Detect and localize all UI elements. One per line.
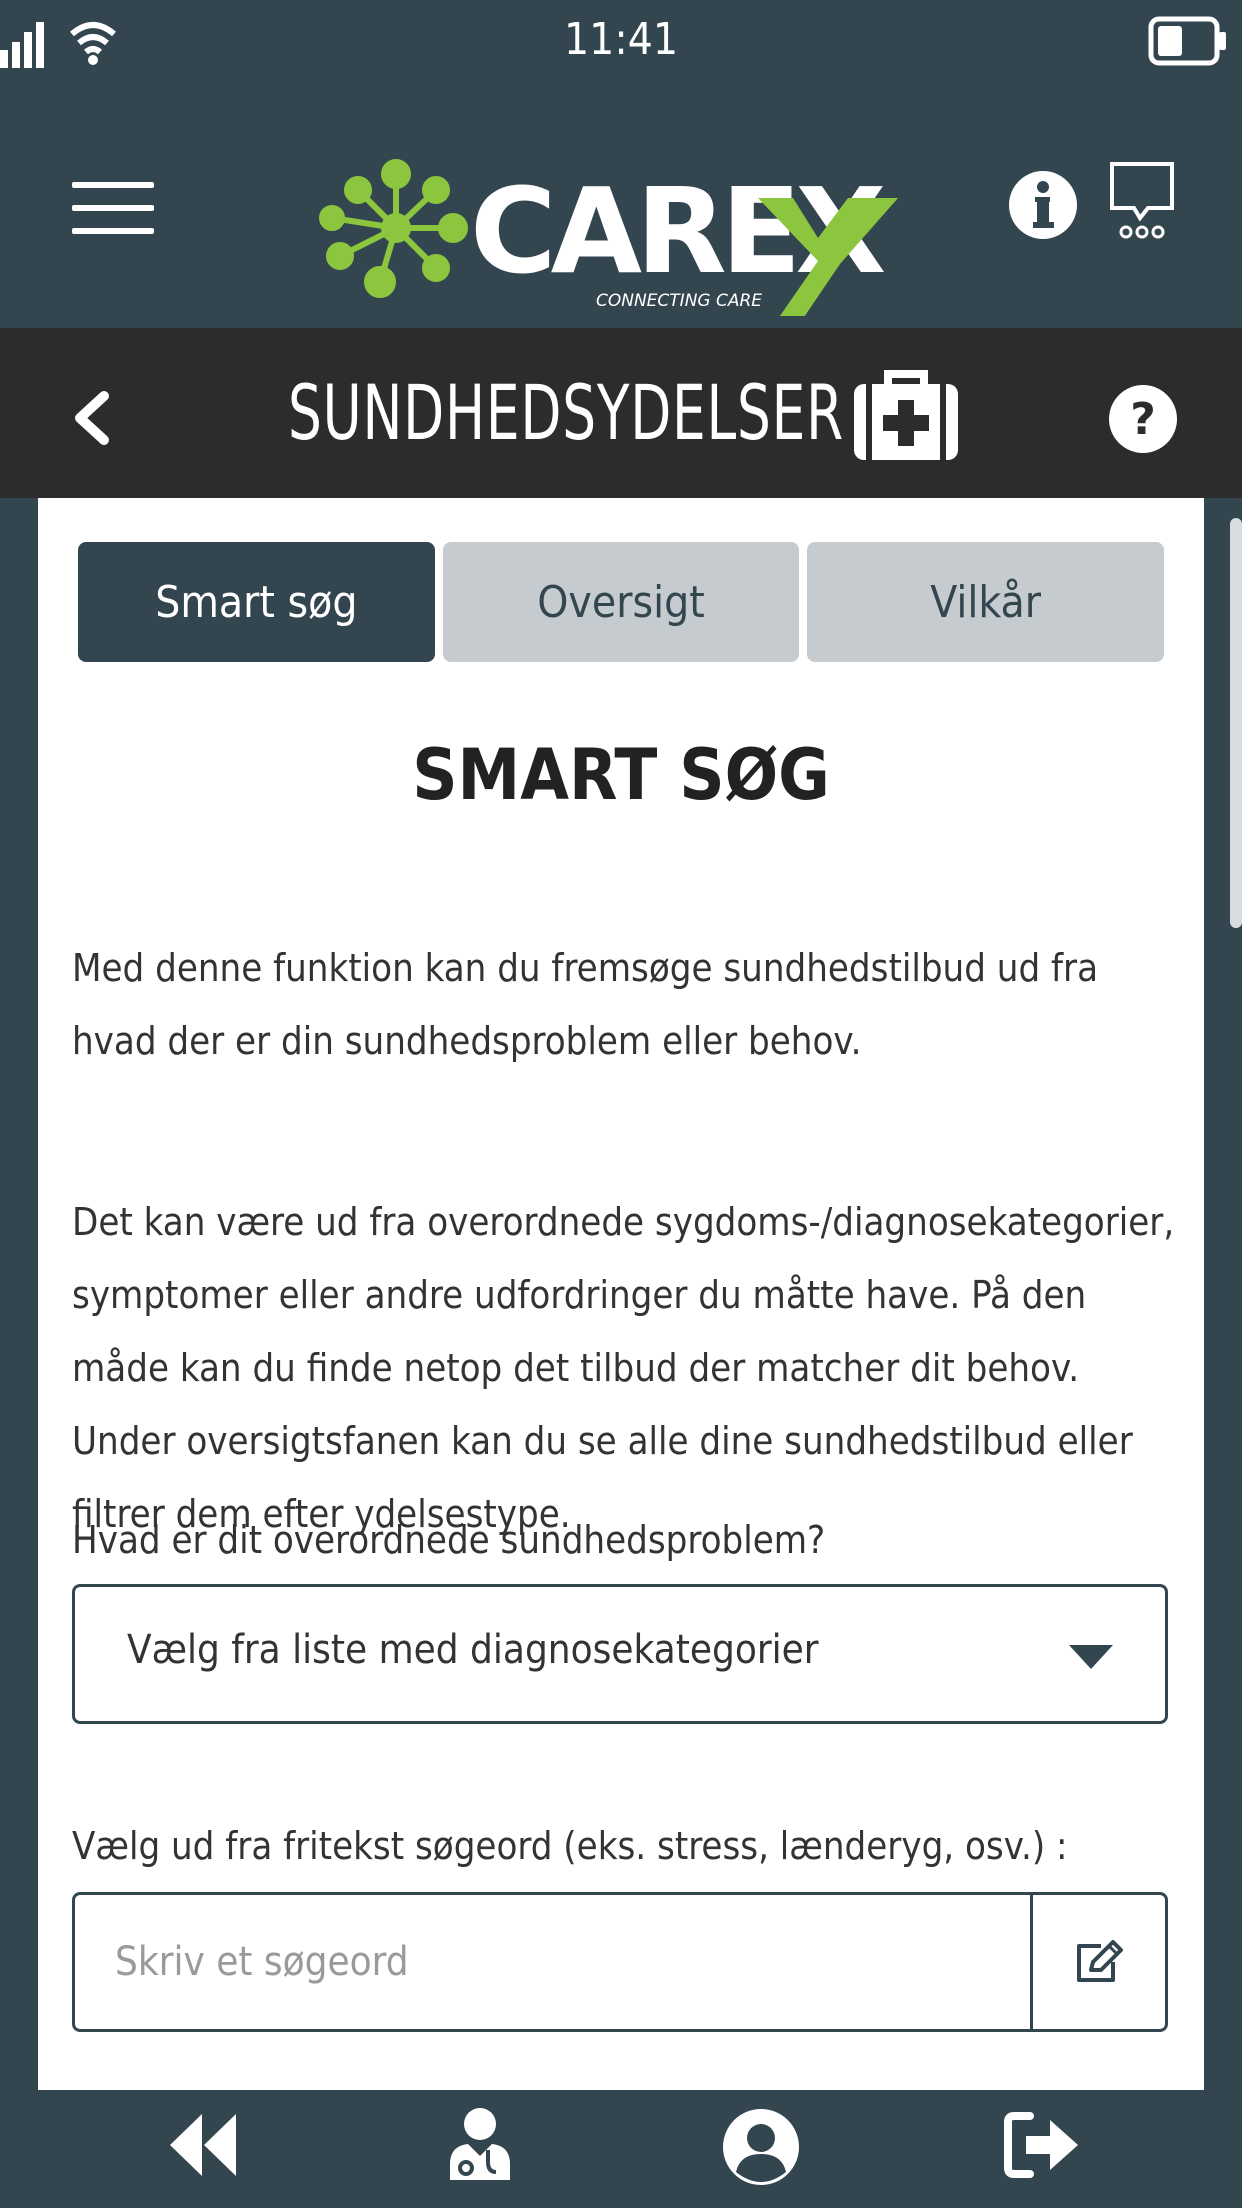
info-icon[interactable]: [1008, 170, 1078, 240]
category-select[interactable]: Vælg fra liste med diagnosekategorier: [72, 1584, 1168, 1724]
section-titlebar: SUNDHEDSYDELSER ?: [0, 328, 1242, 498]
section-heading: SMART SØG: [412, 734, 830, 816]
tab-smart-search[interactable]: Smart søg: [78, 542, 435, 662]
svg-text:CONNECTING CARE: CONNECTING CARE: [596, 291, 762, 311]
bottom-navigation: [0, 2090, 1242, 2208]
category-select-value: Vælg fra liste med diagnosekategorier: [127, 1627, 819, 1673]
app-header: CAREX CONNECTING CARE: [0, 90, 1242, 328]
menu-button[interactable]: [72, 182, 154, 238]
search-label: Vælg ud fra fritekst søgeord (eks. stres…: [72, 1824, 1068, 1868]
edit-icon: [1077, 1940, 1123, 1982]
description-paragraph: Det kan være ud fra overordnede sygdoms-…: [72, 1200, 1175, 1536]
search-field: [72, 1892, 1168, 2032]
content-card: Smart søg Oversigt Vilkår SMART SØG Med …: [38, 498, 1204, 2090]
battery-icon: [1148, 16, 1226, 66]
doctor-icon[interactable]: [446, 2106, 514, 2180]
category-label: Hvad er dit overordnede sundhedsproblem?: [72, 1518, 826, 1562]
tab-terms[interactable]: Vilkår: [807, 542, 1165, 662]
molecule-icon: [319, 159, 468, 298]
profile-icon[interactable]: [720, 2106, 802, 2188]
logout-icon[interactable]: [1004, 2110, 1080, 2180]
tab-bar: Smart søg Oversigt Vilkår: [78, 542, 1165, 662]
caret-down-icon: [1069, 1645, 1113, 1669]
search-input[interactable]: [75, 1895, 1030, 2029]
rewind-icon[interactable]: [166, 2110, 240, 2180]
tab-overview[interactable]: Oversigt: [442, 542, 800, 662]
chat-icon[interactable]: [1108, 160, 1178, 240]
carex-logo: CAREX CONNECTING CARE: [319, 159, 898, 316]
page-title: SUNDHEDSYDELSER: [288, 368, 844, 457]
search-submit-button[interactable]: [1030, 1895, 1165, 2029]
intro-paragraph: Med denne funktion kan du fremsøge sundh…: [72, 946, 1099, 1063]
status-time: 11:41: [563, 14, 679, 65]
scrollbar[interactable]: [1230, 518, 1242, 928]
help-icon[interactable]: ?: [1108, 384, 1178, 454]
svg-text:?: ?: [1130, 394, 1156, 445]
status-bar: 11:41: [0, 0, 1242, 90]
medkit-icon: [854, 370, 958, 460]
back-icon[interactable]: [70, 388, 114, 448]
